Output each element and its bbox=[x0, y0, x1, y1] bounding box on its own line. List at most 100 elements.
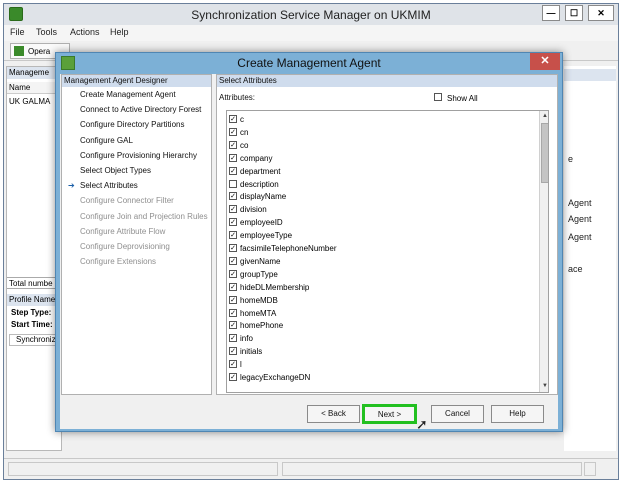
menu-tools[interactable]: Tools bbox=[36, 27, 57, 37]
designer-step[interactable]: Select Attributes bbox=[80, 181, 138, 190]
select-attributes-header: Select Attributes bbox=[217, 75, 557, 87]
designer-step[interactable]: Configure Provisioning Hierarchy bbox=[80, 151, 197, 160]
attributes-label: Attributes: bbox=[219, 93, 256, 102]
menu-file[interactable]: File bbox=[10, 27, 25, 37]
actions-header bbox=[564, 69, 616, 81]
designer-step: Configure Deprovisioning bbox=[80, 242, 170, 251]
designer-step[interactable]: Configure Directory Partitions bbox=[80, 120, 184, 129]
checked-checkbox-icon[interactable]: ✓ bbox=[229, 308, 237, 317]
attribute-name: homeMTA bbox=[240, 308, 277, 318]
checked-checkbox-icon[interactable]: ✓ bbox=[229, 192, 237, 201]
designer-step: Configure Attribute Flow bbox=[80, 226, 166, 236]
checked-checkbox-icon[interactable]: ✓ bbox=[229, 127, 237, 136]
designer-step[interactable]: Configure GAL bbox=[80, 136, 133, 145]
checked-checkbox-icon[interactable]: ✓ bbox=[229, 218, 237, 227]
checked-checkbox-icon[interactable]: ✓ bbox=[229, 153, 237, 162]
attribute-name: legacyExchangeDN bbox=[240, 373, 311, 382]
attribute-name: info bbox=[240, 334, 253, 344]
action-text[interactable]: Agent bbox=[568, 214, 592, 224]
attribute-name: hideDLMembership bbox=[240, 282, 310, 292]
checked-checkbox-icon[interactable]: ✓ bbox=[229, 282, 237, 291]
checked-checkbox-icon[interactable]: ✓ bbox=[229, 231, 237, 240]
attributes-list[interactable]: ✓ c ✓ cn ✓ co ✓ company ✓ department description ✓ d… bbox=[226, 110, 549, 393]
attribute-name: givenName bbox=[240, 256, 281, 266]
checked-checkbox-icon[interactable]: ✓ bbox=[229, 295, 237, 304]
checked-checkbox-icon[interactable]: ✓ bbox=[229, 256, 237, 265]
window-title: Synchronization Service Manager on UKMIM bbox=[191, 8, 431, 22]
scroll-down-arrow-icon[interactable]: ▼ bbox=[541, 382, 548, 391]
menu-actions[interactable]: Actions bbox=[70, 27, 100, 37]
name-column-header[interactable]: Name bbox=[7, 82, 61, 94]
management-agents-header: Manageme bbox=[7, 67, 61, 79]
scroll-up-arrow-icon[interactable]: ▲ bbox=[541, 112, 548, 121]
checked-checkbox-icon[interactable]: ✓ bbox=[229, 140, 237, 149]
status-cell bbox=[8, 462, 278, 476]
designer-step[interactable]: Connect to Active Directory Forest bbox=[80, 105, 201, 114]
dialog-titlebar: Create Management Agent ✕ bbox=[56, 53, 562, 73]
menu-help[interactable]: Help bbox=[110, 27, 129, 37]
help-button[interactable]: Help bbox=[491, 405, 544, 423]
attribute-name: facsimileTelephoneNumber bbox=[240, 244, 337, 253]
checked-checkbox-icon[interactable]: ✓ bbox=[229, 205, 237, 214]
action-text[interactable]: Agent bbox=[568, 198, 592, 208]
checked-checkbox-icon[interactable]: ✓ bbox=[229, 244, 237, 252]
designer-step: Configure Extensions bbox=[80, 257, 157, 267]
checked-checkbox-icon[interactable]: ✓ bbox=[229, 347, 237, 356]
checked-checkbox-icon[interactable]: ✓ bbox=[229, 321, 237, 330]
start-time-label: Start Time: bbox=[11, 320, 53, 329]
management-agents-pane: Manageme Name UK GALMA Total numbe Profi… bbox=[6, 66, 62, 451]
attribute-name: department bbox=[240, 166, 281, 176]
designer-header: Management Agent Designer bbox=[62, 75, 211, 87]
operations-icon bbox=[14, 46, 24, 56]
next-button[interactable]: Next > bbox=[362, 404, 417, 424]
profile-name-header: Profile Name bbox=[7, 294, 61, 306]
scroll-thumb[interactable] bbox=[541, 123, 548, 183]
back-button[interactable]: < Back bbox=[307, 405, 360, 423]
designer-step[interactable]: Create Management Agent bbox=[80, 90, 176, 99]
select-attributes-panel: Select Attributes Attributes: Show All ✓… bbox=[216, 74, 558, 395]
attribute-name: displayName bbox=[240, 192, 287, 202]
dialog-title: Create Management Agent bbox=[237, 56, 381, 70]
agent-row[interactable]: UK GALMA bbox=[9, 97, 50, 106]
action-text[interactable]: ace bbox=[568, 264, 583, 274]
current-step-arrow-icon: ➔ bbox=[68, 181, 75, 191]
action-text[interactable]: Agent bbox=[568, 232, 592, 242]
checkbox-icon[interactable] bbox=[434, 93, 442, 101]
maximize-button[interactable]: ☐ bbox=[565, 5, 583, 21]
cancel-button[interactable]: Cancel bbox=[431, 405, 484, 423]
attribute-name: company bbox=[240, 153, 273, 163]
total-number: Total numbe bbox=[7, 277, 61, 289]
checked-checkbox-icon[interactable]: ✓ bbox=[229, 269, 237, 278]
status-bar bbox=[4, 458, 618, 478]
actions-pane: e Agent Agent Agent ace bbox=[564, 66, 616, 451]
checked-checkbox-icon[interactable]: ✓ bbox=[229, 360, 237, 369]
attribute-name: homePhone bbox=[240, 321, 284, 331]
checked-checkbox-icon[interactable]: ✓ bbox=[229, 166, 237, 175]
checked-checkbox-icon[interactable]: ✓ bbox=[229, 115, 237, 123]
unchecked-checkbox-icon[interactable] bbox=[229, 179, 237, 188]
attributes-scrollbar[interactable]: ▲ ▼ bbox=[539, 111, 548, 392]
minimize-button[interactable]: — bbox=[542, 5, 560, 21]
dialog-body: Management Agent Designer Create Managem… bbox=[60, 74, 558, 432]
operations-label: Opera bbox=[28, 47, 51, 56]
synchronization-row[interactable]: Synchroniz bbox=[9, 334, 61, 346]
attribute-name: employeeID bbox=[240, 218, 283, 228]
resize-grip-icon[interactable] bbox=[584, 462, 596, 476]
attribute-name: co bbox=[240, 140, 249, 150]
action-text: e bbox=[568, 154, 574, 164]
menu-bar: File Tools Actions Help bbox=[4, 25, 618, 41]
attribute-name: initials bbox=[240, 347, 263, 357]
attribute-name: cn bbox=[240, 127, 249, 137]
designer-step: Configure Join and Projection Rules bbox=[80, 211, 208, 221]
show-all-label: Show All bbox=[447, 94, 478, 103]
mouse-cursor-icon: ➚ bbox=[416, 416, 428, 432]
designer-step: Configure Connector Filter bbox=[80, 196, 174, 206]
close-button[interactable]: ✕ bbox=[588, 5, 614, 21]
step-type-label: Step Type: bbox=[11, 308, 52, 317]
create-management-agent-dialog: Create Management Agent ✕ Management Age… bbox=[55, 52, 563, 432]
designer-step[interactable]: Select Object Types bbox=[80, 166, 151, 175]
attribute-name: description bbox=[240, 179, 279, 189]
checked-checkbox-icon[interactable]: ✓ bbox=[229, 334, 237, 343]
dialog-close-button[interactable]: ✕ bbox=[530, 53, 560, 70]
checked-checkbox-icon[interactable]: ✓ bbox=[229, 373, 237, 381]
